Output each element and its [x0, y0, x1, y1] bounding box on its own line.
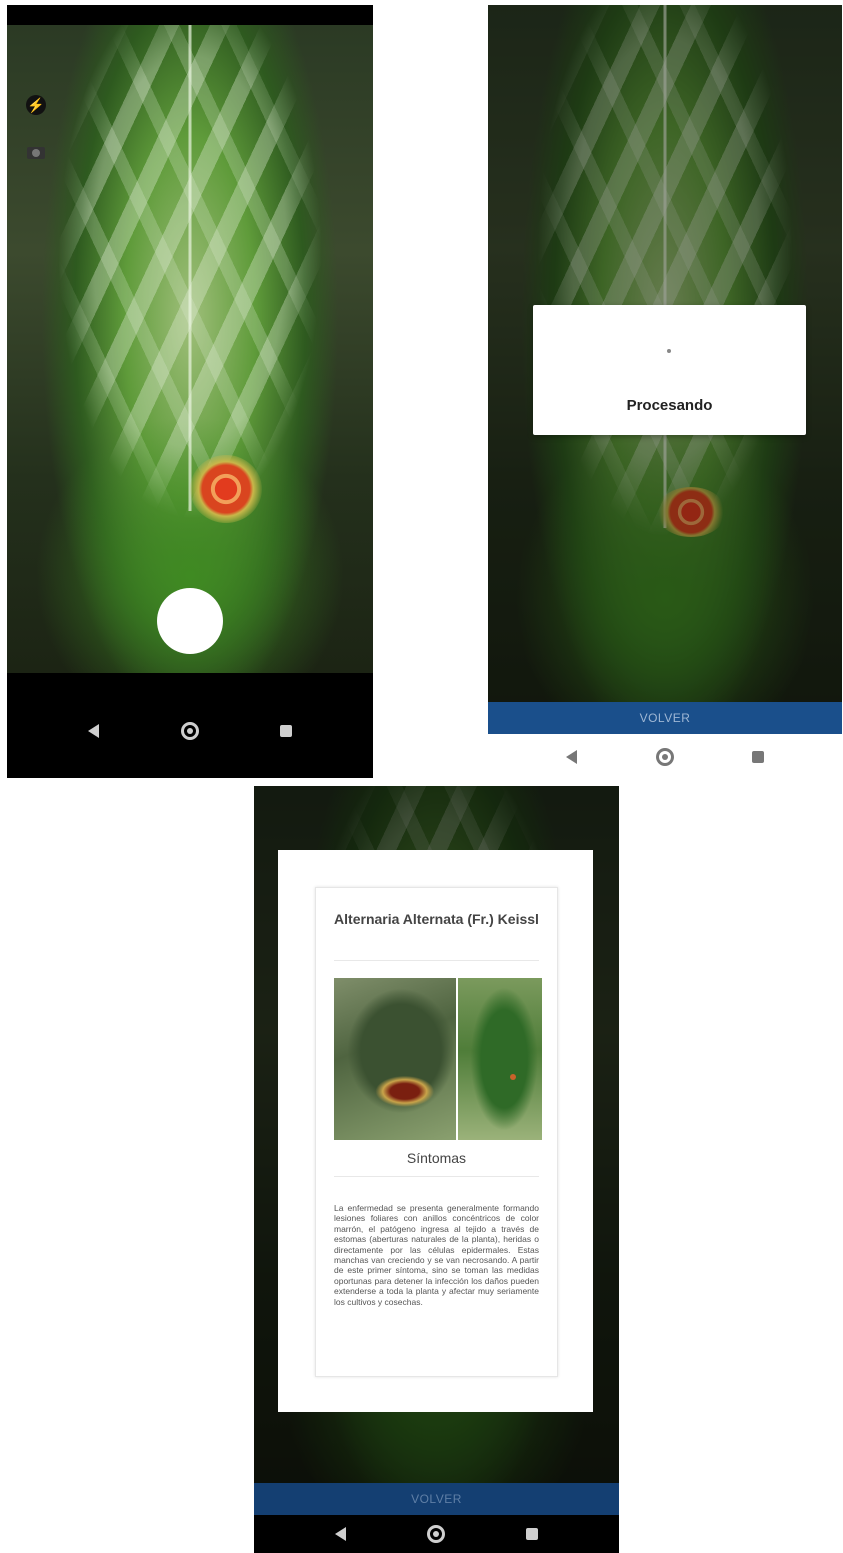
flash-icon[interactable]: ⚡ [26, 95, 46, 115]
shutter-button[interactable] [157, 588, 223, 654]
recents-icon[interactable] [526, 1528, 538, 1540]
recents-icon[interactable] [751, 751, 764, 763]
result-card: Alternaria Alternata (Fr.) Keissl Síntom… [278, 850, 593, 1412]
camera-preview [7, 25, 373, 673]
volver-button[interactable]: VOLVER [488, 702, 842, 734]
recents-icon[interactable] [279, 724, 292, 737]
disease-title: Alternaria Alternata (Fr.) Keissl [334, 911, 539, 927]
disease-photo [334, 978, 542, 1140]
back-icon[interactable] [566, 750, 578, 764]
loading-spinner-icon [667, 349, 671, 353]
system-nav-bar [7, 683, 373, 778]
camera-screen: ⚡ [7, 5, 373, 778]
back-icon[interactable] [335, 1527, 346, 1541]
leaf-lesion [190, 455, 262, 523]
processing-dialog: Procesando [533, 305, 806, 435]
home-icon[interactable] [655, 748, 674, 766]
disease-info-panel: Alternaria Alternata (Fr.) Keissl Síntom… [315, 887, 558, 1377]
processing-label: Procesando [626, 397, 713, 414]
symptoms-description: La enfermedad se presenta generalmente f… [334, 1203, 539, 1307]
camera-switch-icon[interactable] [27, 147, 45, 159]
system-nav-bar [488, 734, 842, 780]
home-icon[interactable] [427, 1525, 445, 1543]
divider [334, 960, 539, 961]
section-title-sintomas: Síntomas [406, 1150, 467, 1166]
home-icon[interactable] [180, 721, 199, 740]
result-screen: Alternaria Alternata (Fr.) Keissl Síntom… [254, 786, 619, 1553]
volver-button[interactable]: VOLVER [254, 1483, 619, 1515]
divider [334, 1176, 539, 1177]
system-nav-bar [254, 1515, 619, 1553]
processing-screen: Procesando VOLVER [488, 5, 842, 780]
back-icon[interactable] [88, 723, 100, 738]
